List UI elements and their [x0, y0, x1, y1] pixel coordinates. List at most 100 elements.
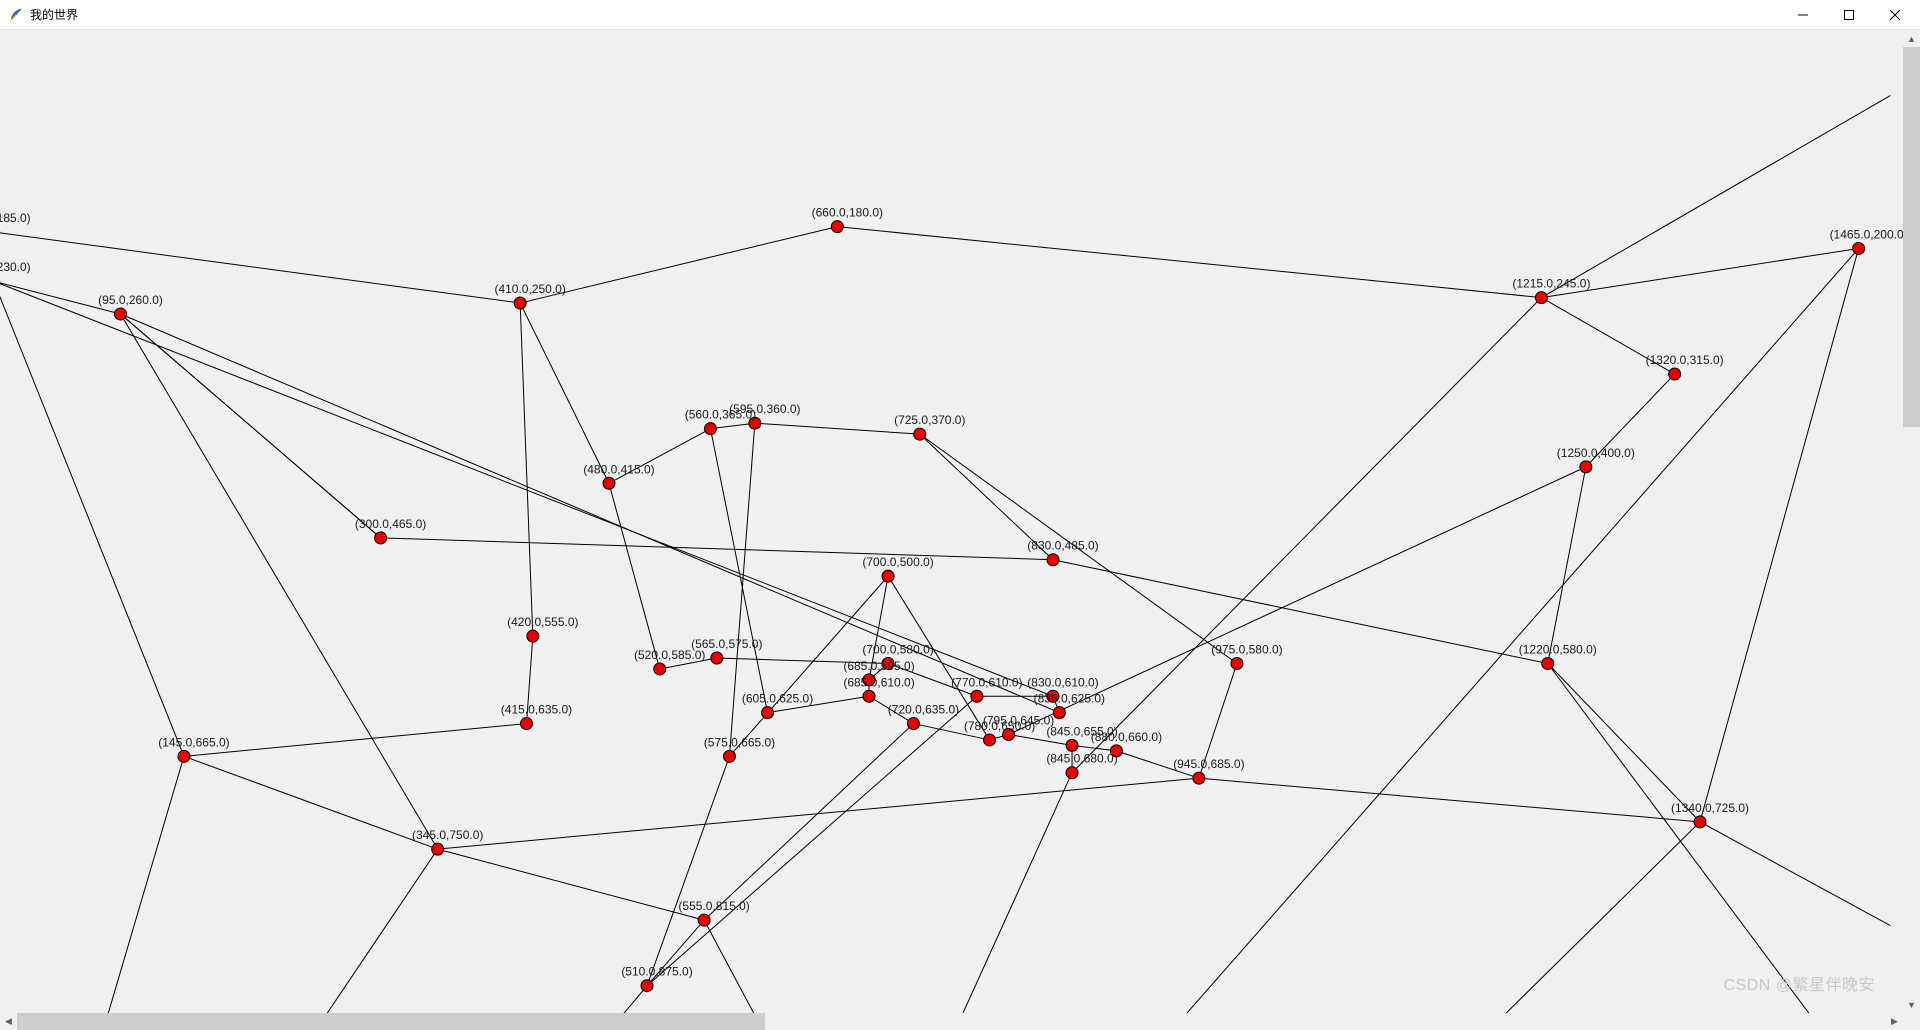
graph-node[interactable]: [907, 718, 919, 730]
graph-node[interactable]: [178, 750, 190, 762]
graph-node-label: (1320.0,315.0): [1646, 353, 1724, 367]
graph-node[interactable]: [1231, 657, 1243, 669]
graph-edge: [1548, 663, 1891, 1013]
graph-edge: [381, 538, 1053, 560]
graph-node[interactable]: [1580, 461, 1592, 473]
canvas-viewport[interactable]: 5.0,185.0)5.0,230.0)(95.0,260.0)(410.0,2…: [0, 30, 1903, 1013]
title-bar-left: 我的世界: [8, 6, 78, 23]
graph-node-label: (660.0,180.0): [812, 206, 883, 220]
graph-edge: [76, 756, 184, 1013]
vertical-scrollbar[interactable]: ▲ ▼: [1903, 30, 1920, 1013]
hscroll-track[interactable]: [17, 1013, 1886, 1030]
scrollbar-corner: [1903, 1013, 1920, 1030]
client-area: 5.0,185.0)5.0,230.0)(95.0,260.0)(410.0,2…: [0, 30, 1920, 1030]
graph-node[interactable]: [1853, 242, 1865, 254]
graph-node[interactable]: [711, 652, 723, 664]
minimize-button[interactable]: [1780, 0, 1826, 30]
vscroll-thumb[interactable]: [1903, 47, 1920, 427]
graph-edge: [254, 849, 438, 1013]
graph-node[interactable]: [1535, 292, 1547, 304]
scroll-down-arrow-icon[interactable]: ▼: [1903, 996, 1920, 1013]
hscroll-thumb[interactable]: [17, 1013, 765, 1030]
maximize-button[interactable]: [1826, 0, 1872, 30]
maximize-icon: [1844, 10, 1854, 20]
graph-node[interactable]: [698, 914, 710, 926]
horizontal-scrollbar[interactable]: ◀ ▶: [0, 1013, 1903, 1030]
graph-node-label: (880.0,660.0): [1091, 730, 1162, 744]
graph-node-label: (1340.0,725.0): [1671, 801, 1749, 815]
graph-node[interactable]: [1669, 368, 1681, 380]
scroll-right-arrow-icon[interactable]: ▶: [1886, 1013, 1903, 1030]
graph-edge: [704, 920, 812, 1013]
window-controls: [1780, 0, 1918, 30]
graph-node-label: (1220.0,580.0): [1519, 642, 1597, 656]
vscroll-track[interactable]: [1903, 47, 1920, 996]
graph-edge: [1548, 663, 1700, 821]
graph-node-label: (685.0,610.0): [843, 675, 914, 689]
graph-edge: [1199, 778, 1700, 822]
graph-node-label: (565.0,575.0): [691, 637, 762, 651]
graph-edge: [533, 986, 647, 1013]
graph-node-label: (575.0,665.0): [704, 735, 775, 749]
graph-node-label: (605.0,625.0): [742, 692, 813, 706]
graph-edge: [1053, 560, 1548, 664]
graph-edge: [710, 423, 754, 428]
graph-node[interactable]: [723, 750, 735, 762]
graph-node[interactable]: [831, 221, 843, 233]
graph-node-label: (830.0,485.0): [1027, 539, 1098, 553]
graph-node[interactable]: [863, 690, 875, 702]
close-button[interactable]: [1872, 0, 1918, 30]
graph-node[interactable]: [1542, 657, 1554, 669]
graph-node-label: (410.0,250.0): [494, 282, 565, 296]
edges-layer: [0, 227, 1859, 986]
graph-node-label: (725.0,370.0): [894, 413, 965, 427]
graph-node[interactable]: [527, 630, 539, 642]
graph-node-label: (510.0,875.0): [621, 965, 692, 979]
graph-edge: [710, 429, 767, 713]
graph-edge: [913, 773, 1072, 1013]
scroll-up-arrow-icon[interactable]: ▲: [1903, 30, 1920, 47]
graph-edge: [0, 232, 520, 303]
graph-edge: [1396, 822, 1700, 1013]
graph-node-label: (420.0,555.0): [507, 615, 578, 629]
app-icon: [8, 7, 24, 23]
graph-canvas[interactable]: 5.0,185.0)5.0,230.0)(95.0,260.0)(410.0,2…: [0, 30, 1903, 1013]
graph-edge: [184, 724, 527, 757]
graph-node[interactable]: [1193, 772, 1205, 784]
window-title: 我的世界: [30, 6, 78, 23]
graph-node-label: 5.0,230.0): [0, 260, 31, 274]
graph-node[interactable]: [641, 980, 653, 992]
graph-node[interactable]: [704, 423, 716, 435]
scroll-left-arrow-icon[interactable]: ◀: [0, 1013, 17, 1030]
graph-node[interactable]: [520, 718, 532, 730]
graph-node[interactable]: [1053, 707, 1065, 719]
graph-node[interactable]: [432, 843, 444, 855]
graph-node[interactable]: [1694, 816, 1706, 828]
graph-node-label: (780.0,650.0): [964, 719, 1035, 733]
graph-edge: [0, 281, 1053, 696]
graph-node-label: (830.0,610.0): [1027, 675, 1098, 689]
graph-node[interactable]: [603, 477, 615, 489]
graph-node[interactable]: [1066, 767, 1078, 779]
graph-node[interactable]: [654, 663, 666, 675]
minimize-icon: [1798, 10, 1808, 20]
graph-node[interactable]: [882, 570, 894, 582]
graph-node[interactable]: [1066, 739, 1078, 751]
graph-node[interactable]: [914, 428, 926, 440]
graph-edge: [520, 303, 609, 483]
graph-node[interactable]: [984, 734, 996, 746]
graph-edge: [438, 849, 704, 920]
graph-edge: [1700, 822, 1890, 926]
graph-node[interactable]: [971, 690, 983, 702]
graph-node-label: (1215.0,245.0): [1512, 277, 1590, 291]
graph-node[interactable]: [762, 707, 774, 719]
close-icon: [1890, 10, 1900, 20]
graph-edge: [647, 696, 977, 985]
graph-edge: [1091, 248, 1859, 1013]
graph-node[interactable]: [375, 532, 387, 544]
graph-edge: [1072, 298, 1541, 773]
graph-node[interactable]: [115, 308, 127, 320]
nodes-layer: [0, 221, 1865, 992]
graph-node[interactable]: [514, 297, 526, 309]
graph-node[interactable]: [1047, 554, 1059, 566]
